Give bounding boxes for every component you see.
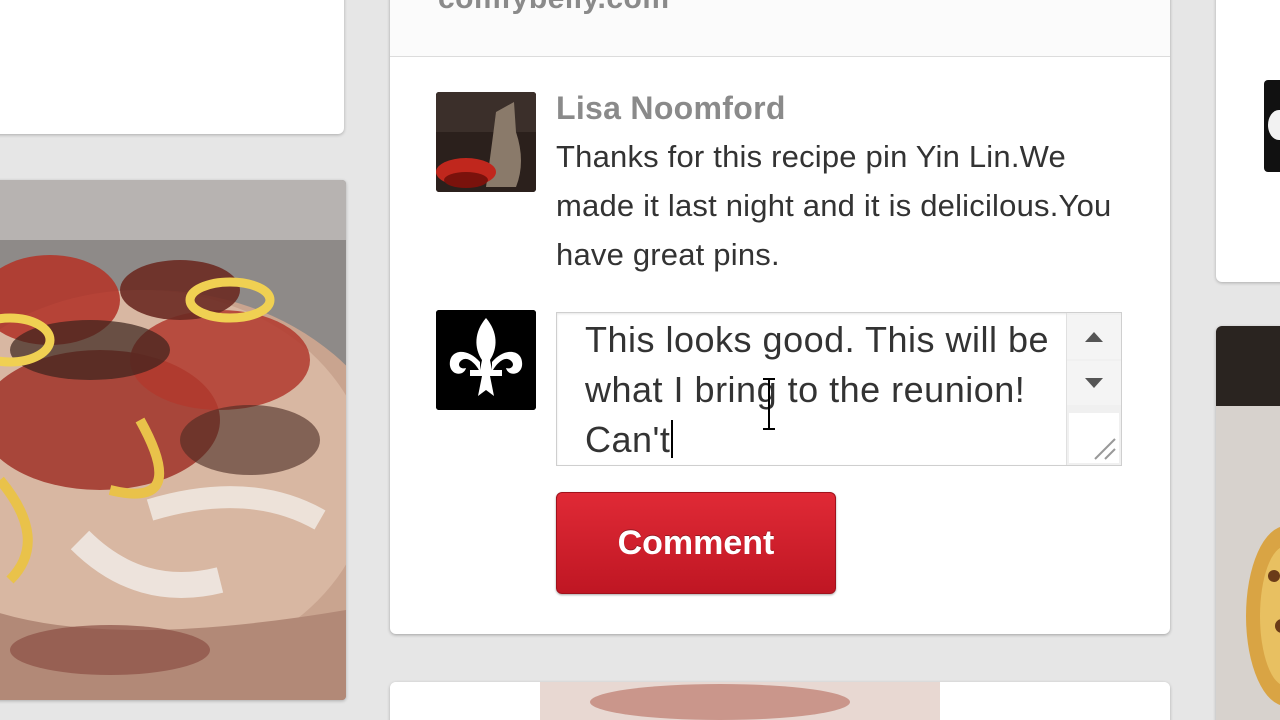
pizza-image: [0, 180, 346, 700]
user-avatar: [436, 310, 536, 410]
comment-textarea[interactable]: This looks good. This will be what I bri…: [556, 312, 1122, 466]
source-strip: comfybelly.com: [390, 0, 1170, 57]
text-caret: [671, 420, 674, 458]
right-food-image: [1216, 326, 1280, 720]
pin-card-bottom[interactable]: [390, 682, 1170, 720]
scroll-down-button[interactable]: [1067, 361, 1121, 405]
commenter-avatar[interactable]: [436, 92, 536, 192]
pin-card-right-food[interactable]: [1216, 326, 1280, 720]
pinterest-board: comfybelly.com Lisa Noomford Thanks for …: [0, 0, 1280, 720]
right-pin-thumbnail: [1264, 80, 1280, 172]
comment-textarea-value: This looks good. This will be what I bri…: [585, 319, 1060, 460]
photo-avatar-icon: [436, 92, 536, 192]
text-cursor-icon: [763, 378, 775, 430]
fleur-de-lis-icon: [436, 310, 536, 410]
triangle-up-icon: [1085, 332, 1103, 342]
scroll-up-button[interactable]: [1067, 315, 1121, 359]
pin-card-left-top[interactable]: [0, 0, 344, 134]
resize-grip-icon: [1094, 438, 1116, 460]
comment-button[interactable]: Comment: [556, 492, 836, 594]
pin-card-right-top[interactable]: [1216, 0, 1280, 282]
source-link[interactable]: comfybelly.com: [438, 0, 670, 16]
comment-body: Thanks for this recipe pin Yin Lin.We ma…: [556, 139, 1112, 272]
commenter-name[interactable]: Lisa Noomford: [556, 90, 786, 127]
resize-grip[interactable]: [1069, 413, 1119, 463]
pin-card-left-food[interactable]: [0, 180, 346, 700]
triangle-down-icon: [1085, 378, 1103, 388]
bottom-pin-image: [390, 682, 1170, 720]
